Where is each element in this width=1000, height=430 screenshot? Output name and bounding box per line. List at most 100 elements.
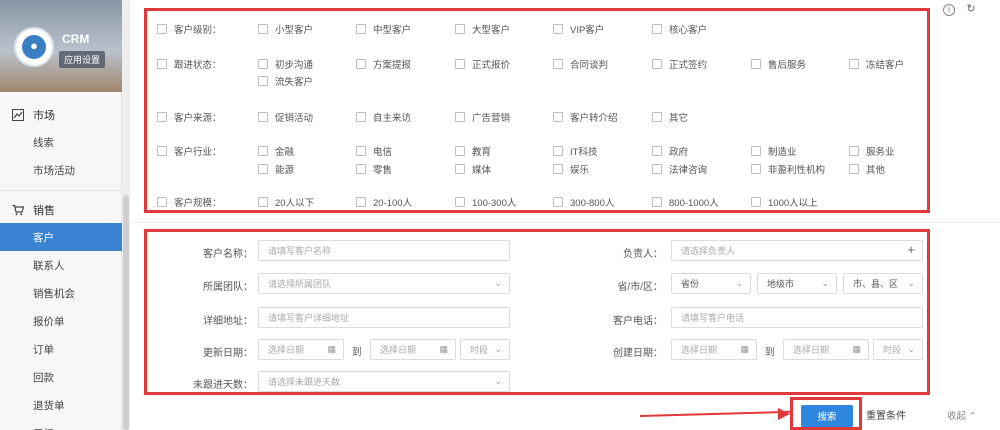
filter-option[interactable]: 非盈利性机构 bbox=[751, 162, 825, 176]
filter-label-status: 跟进状态： bbox=[174, 60, 222, 71]
nav-group-sales[interactable]: 销售 bbox=[0, 197, 122, 223]
collapse-button[interactable]: 收起 ⌃ bbox=[947, 408, 977, 422]
select-all-industry-checkbox[interactable] bbox=[157, 146, 167, 156]
select-all-status-checkbox[interactable] bbox=[157, 59, 167, 69]
filter-option[interactable]: 能源 bbox=[258, 162, 294, 176]
scrollbar-thumb[interactable] bbox=[123, 195, 129, 430]
select-all-level-checkbox[interactable] bbox=[157, 24, 167, 34]
created-date-label: 创建日期： bbox=[613, 348, 663, 359]
chevron-down-icon: ⌄ bbox=[494, 344, 502, 354]
select-all-source-checkbox[interactable] bbox=[157, 112, 167, 122]
sidebar-item-targets[interactable]: 目标 bbox=[0, 419, 122, 430]
filter-option[interactable]: IT科技 bbox=[553, 144, 597, 158]
filter-option[interactable]: 方案提报 bbox=[356, 57, 411, 71]
customer-name-label: 客户名称： bbox=[203, 249, 253, 260]
filter-option[interactable]: 100-300人 bbox=[455, 195, 516, 209]
owner-input[interactable]: 请选择负责人 + bbox=[671, 240, 923, 261]
filter-option[interactable]: 广告营销 bbox=[455, 110, 510, 124]
filter-option[interactable]: 制造业 bbox=[751, 144, 797, 158]
city-select[interactable]: 地级市 ⌄ bbox=[757, 273, 837, 294]
nav-group-market[interactable]: 市场 bbox=[0, 102, 122, 128]
sidebar-item-campaigns[interactable]: 市场活动 bbox=[0, 156, 122, 184]
filter-option[interactable]: 正式报价 bbox=[455, 57, 510, 71]
filter-option[interactable]: 800-1000人 bbox=[652, 195, 719, 209]
filter-option[interactable]: 金融 bbox=[258, 144, 294, 158]
created-period-select[interactable]: 时段 ⌄ bbox=[873, 339, 923, 360]
filter-option[interactable]: 正式签约 bbox=[652, 57, 707, 71]
chevron-up-icon: ⌃ bbox=[968, 411, 977, 422]
calendar-icon: ▦ bbox=[439, 344, 448, 354]
annotation-arrow bbox=[639, 410, 790, 417]
owner-label: 负责人： bbox=[623, 249, 663, 260]
updated-start-date-input[interactable]: 选择日期 ▦ bbox=[258, 339, 344, 360]
phone-input[interactable]: 请填写客户电话 bbox=[671, 307, 923, 328]
reset-button[interactable]: 重置条件 bbox=[866, 407, 906, 422]
filter-option[interactable]: 电信 bbox=[356, 144, 392, 158]
sidebar-item-customers[interactable]: 客户 bbox=[0, 223, 122, 251]
filter-option[interactable]: 冻结客户 bbox=[849, 57, 904, 71]
filter-option[interactable]: 初步沟通 bbox=[258, 57, 313, 71]
add-owner-icon[interactable]: + bbox=[907, 242, 915, 257]
divider bbox=[0, 190, 122, 191]
created-start-date-input[interactable]: 选择日期 ▦ bbox=[671, 339, 757, 360]
created-end-date-input[interactable]: 选择日期 ▦ bbox=[783, 339, 869, 360]
filter-option[interactable]: 中型客户 bbox=[356, 22, 411, 36]
updated-period-select[interactable]: 时段 ⌄ bbox=[460, 339, 510, 360]
sidebar-item-opportunities[interactable]: 销售机会 bbox=[0, 279, 122, 307]
select-all-scale-checkbox[interactable] bbox=[157, 197, 167, 207]
district-select[interactable]: 市、县、区 ⌄ bbox=[843, 273, 923, 294]
filter-option[interactable]: 20-100人 bbox=[356, 195, 412, 209]
sidebar-item-quotes[interactable]: 报价单 bbox=[0, 307, 122, 335]
calendar-icon: ▦ bbox=[852, 344, 861, 354]
filter-option[interactable]: 娱乐 bbox=[553, 162, 589, 176]
filter-option[interactable]: VIP客户 bbox=[553, 22, 604, 36]
date-range-separator: 到 bbox=[765, 347, 775, 358]
chevron-down-icon: ⌄ bbox=[735, 278, 743, 288]
filter-option[interactable]: 售后服务 bbox=[751, 57, 806, 71]
updated-end-date-input[interactable]: 选择日期 ▦ bbox=[370, 339, 456, 360]
filter-option[interactable]: 小型客户 bbox=[258, 22, 313, 36]
filter-option[interactable]: 自主来访 bbox=[356, 110, 411, 124]
search-button[interactable]: 搜索 bbox=[801, 405, 853, 427]
refresh-icon[interactable]: ↻ bbox=[965, 4, 977, 16]
filter-option[interactable]: 其他 bbox=[849, 162, 885, 176]
chevron-down-icon: ⌄ bbox=[494, 278, 502, 288]
users-icon: ● bbox=[22, 35, 46, 59]
filter-option[interactable]: 法律咨询 bbox=[652, 162, 707, 176]
filter-option[interactable]: 300-800人 bbox=[553, 195, 614, 209]
app-name: CRM bbox=[62, 32, 90, 46]
filter-option[interactable]: 大型客户 bbox=[455, 22, 510, 36]
days-no-followup-select[interactable]: 请选择未跟进天数 ⌄ bbox=[258, 371, 510, 392]
sidebar-item-leads[interactable]: 线索 bbox=[0, 128, 122, 156]
filter-option[interactable]: 零售 bbox=[356, 162, 392, 176]
filter-option[interactable]: 20人以下 bbox=[258, 195, 314, 209]
sidebar-item-payments[interactable]: 回款 bbox=[0, 363, 122, 391]
filter-option[interactable]: 流失客户 bbox=[258, 74, 313, 88]
province-select[interactable]: 省份 ⌄ bbox=[671, 273, 751, 294]
sidebar-item-returns[interactable]: 退货单 bbox=[0, 391, 122, 419]
filter-option[interactable]: 教育 bbox=[455, 144, 491, 158]
region-label: 省/市/区： bbox=[617, 282, 663, 293]
sidebar-scrollbar[interactable] bbox=[122, 0, 130, 430]
filter-option[interactable]: 媒体 bbox=[455, 162, 491, 176]
team-label: 所属团队： bbox=[203, 282, 253, 293]
filter-option[interactable]: 客户转介绍 bbox=[553, 110, 618, 124]
filter-option[interactable]: 合同谈判 bbox=[553, 57, 608, 71]
sidebar-item-orders[interactable]: 订单 bbox=[0, 335, 122, 363]
filter-option[interactable]: 服务业 bbox=[849, 144, 895, 158]
info-icon[interactable]: i bbox=[943, 4, 955, 16]
customer-name-input[interactable]: 请填写客户名称 bbox=[258, 240, 510, 261]
filter-option[interactable]: 1000人以上 bbox=[751, 195, 818, 209]
filter-option[interactable]: 促销活动 bbox=[258, 110, 313, 124]
chevron-down-icon: ⌄ bbox=[494, 376, 502, 386]
sidebar-item-contacts[interactable]: 联系人 bbox=[0, 251, 122, 279]
filter-option[interactable]: 政府 bbox=[652, 144, 688, 158]
filter-option[interactable]: 核心客户 bbox=[652, 22, 707, 36]
filter-label-industry: 客户行业： bbox=[174, 147, 222, 158]
filter-option[interactable]: 其它 bbox=[652, 110, 688, 124]
address-input[interactable]: 请填写客户详细地址 bbox=[258, 307, 510, 328]
team-select[interactable]: 请选择所属团队 ⌄ bbox=[258, 273, 510, 294]
app-settings-button[interactable]: 应用设置 bbox=[59, 51, 106, 68]
days-no-followup-label: 未跟进天数： bbox=[193, 380, 253, 391]
chevron-down-icon: ⌄ bbox=[821, 278, 829, 288]
